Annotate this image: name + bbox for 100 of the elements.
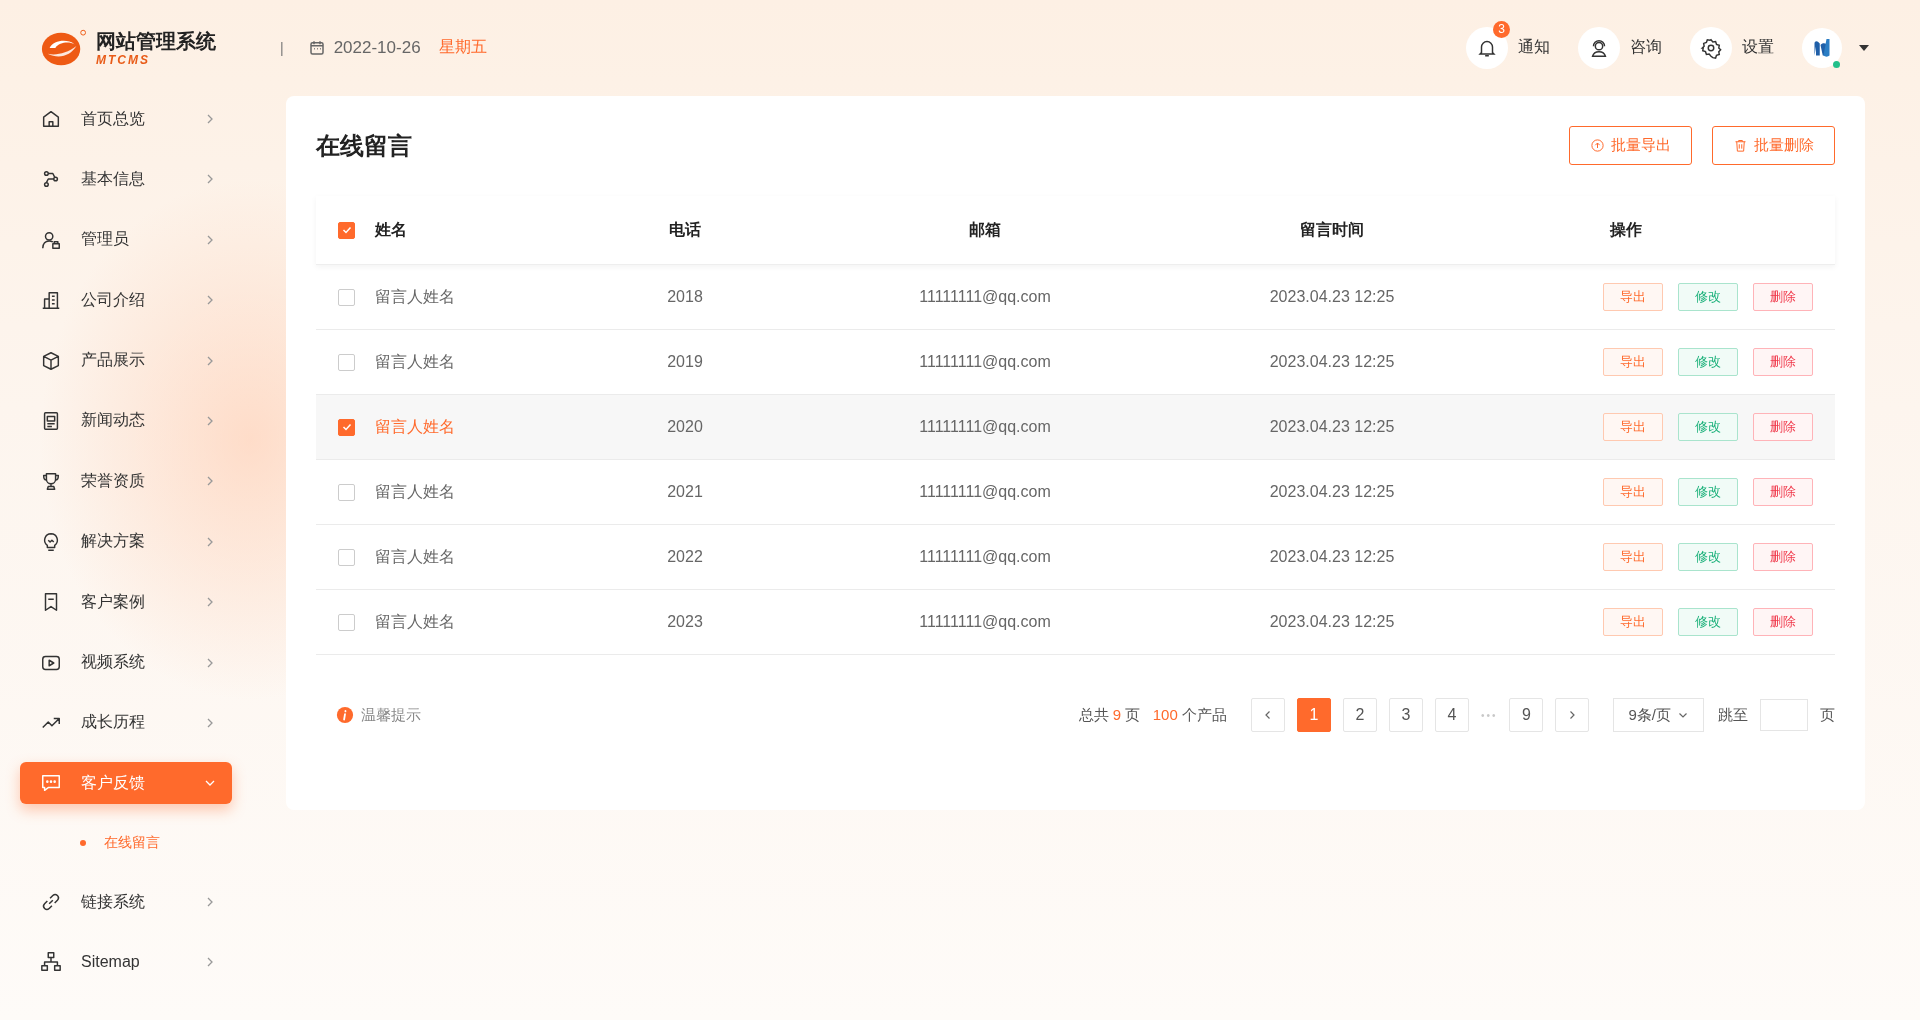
calendar-icon — [307, 38, 326, 57]
table-row[interactable]: 留言人姓名 2022 11111111@qq.com 2023.04.23 12:25 导出 修改 删除 — [316, 525, 1835, 590]
header-link[interactable]: 设置 — [1742, 37, 1774, 58]
sidebar-item[interactable]: 成长历程 — [20, 701, 232, 744]
delete-button[interactable]: 删除 — [1753, 608, 1813, 636]
table-cell: 11111111@qq.com — [919, 613, 1051, 631]
delete-button[interactable]: 删除 — [1753, 283, 1813, 311]
column-header: 操作 — [1610, 219, 1642, 240]
sidebar-item[interactable]: Sitemap — [20, 941, 232, 984]
page-button[interactable]: 3 — [1388, 698, 1423, 732]
hint-text: 温馨提示 — [361, 705, 421, 725]
building-icon — [40, 289, 62, 312]
info-icon — [336, 706, 354, 724]
row-checkbox[interactable] — [338, 418, 355, 436]
sidebar-item[interactable]: 新闻动态 — [20, 399, 232, 442]
table-cell: 2023.04.23 12:25 — [1269, 483, 1395, 501]
house-icon — [40, 108, 62, 130]
delete-button[interactable]: 删除 — [1753, 348, 1813, 376]
table-cell: 2019 — [667, 353, 703, 371]
column-header: 电话 — [669, 219, 701, 240]
table-cell: 11111111@qq.com — [919, 353, 1051, 371]
table-cell-text: 留言人姓名 — [375, 546, 455, 567]
notification-badge: 3 — [1493, 20, 1510, 38]
sitemap-icon — [40, 951, 62, 974]
sidebar-item[interactable]: 视频系统 — [20, 641, 232, 684]
table-row[interactable]: 留言人姓名 2021 11111111@qq.com 2023.04.23 12:25 导出 修改 删除 — [316, 460, 1835, 525]
page-button[interactable]: 4 — [1434, 698, 1469, 732]
check-icon — [340, 421, 353, 433]
caret-icon[interactable] — [1858, 43, 1870, 52]
brand-title: 网站管理系统 — [96, 28, 216, 53]
settings-icon — [1700, 36, 1722, 59]
upload-icon — [1590, 138, 1605, 153]
table-cell-text: 留言人姓名 — [375, 351, 455, 372]
row-checkbox[interactable] — [338, 483, 355, 501]
ellipsis: ••• — [1480, 709, 1498, 721]
page-unit: 页 — [1820, 705, 1835, 725]
header-link[interactable]: 通知 — [1518, 37, 1550, 58]
next-page-button[interactable] — [1555, 698, 1590, 732]
page-input[interactable] — [1760, 699, 1808, 731]
table-cell: 2023.04.23 12:25 — [1269, 613, 1395, 631]
delete-button[interactable]: 删除 — [1753, 478, 1813, 506]
table-row[interactable]: 留言人姓名 2018 11111111@qq.com 2023.04.23 12:25 导出 修改 删除 — [316, 265, 1835, 330]
sidebar-item[interactable]: 公司介绍 — [20, 279, 232, 322]
bell-button[interactable] — [1466, 26, 1508, 69]
avatar[interactable] — [1802, 27, 1842, 68]
total-summary: 总共 9 页 100 个产品 — [1078, 705, 1227, 725]
separator: | — [280, 39, 284, 56]
table-cell: 2021 — [667, 483, 703, 501]
brand-subtitle: MTCMS — [96, 52, 151, 67]
table-cell: 2023.04.23 12:25 — [1269, 418, 1395, 436]
table-row[interactable]: 留言人姓名 2020 11111111@qq.com 2023.04.23 12:25 导出 修改 删除 — [316, 395, 1835, 460]
sidebar-item[interactable]: 链接系统 — [20, 881, 232, 924]
weekday-text: 星期五 — [438, 37, 487, 57]
headset-button[interactable] — [1578, 26, 1620, 69]
page-button[interactable]: 2 — [1342, 698, 1377, 732]
trophy-icon — [40, 470, 62, 493]
table-cell: 11111111@qq.com — [919, 548, 1051, 566]
check-icon — [340, 224, 353, 236]
sidebar-item[interactable]: 荣誉资质 — [20, 460, 232, 503]
logo-icon — [40, 27, 86, 68]
sidebar-item[interactable]: 解决方案 — [20, 520, 232, 563]
table-cell: 2023 — [667, 613, 703, 631]
column-header: 邮箱 — [969, 219, 1001, 240]
table-row[interactable]: 留言人姓名 2023 11111111@qq.com 2023.04.23 12:25 导出 修改 删除 — [316, 590, 1835, 655]
row-checkbox[interactable] — [338, 288, 355, 306]
header-link[interactable]: 咨询 — [1630, 37, 1662, 58]
table-cell: 11111111@qq.com — [919, 288, 1051, 306]
table-cell-text: 留言人姓名 — [375, 481, 455, 502]
delete-button[interactable]: 删除 — [1753, 413, 1813, 441]
previous-page-button[interactable] — [1250, 698, 1285, 732]
sidebar-item[interactable]: 客户案例 — [20, 581, 232, 624]
column-header: 姓名 — [375, 219, 407, 240]
date-text: 2022-10-26 — [333, 37, 421, 58]
table-cell: 2023.04.23 12:25 — [1269, 288, 1395, 306]
cube-icon — [40, 349, 62, 372]
jump-label: 跳至 — [1718, 705, 1748, 725]
page-button[interactable]: 9 — [1509, 698, 1544, 732]
row-checkbox[interactable] — [338, 353, 355, 371]
page-size-select[interactable]: 9条/页 — [1613, 698, 1704, 732]
table-cell: 2018 — [667, 288, 703, 306]
select-all-checkbox[interactable] — [338, 221, 355, 239]
table-cell-text: 留言人姓名 — [375, 286, 455, 307]
sidebar-item[interactable]: 产品展示 — [20, 339, 232, 382]
table-cell: 2022 — [667, 548, 703, 566]
delete-button[interactable]: 删除 — [1753, 543, 1813, 571]
row-checkbox[interactable] — [338, 613, 355, 631]
table-cell-text: 留言人姓名 — [375, 416, 455, 437]
sidebar-item[interactable]: 首页总览 — [20, 98, 232, 140]
table-cell: 2023.04.23 12:25 — [1269, 353, 1395, 371]
trash-icon — [1733, 138, 1748, 153]
sidebar-item[interactable]: 管理员 — [20, 218, 232, 261]
table-cell: 11111111@qq.com — [919, 418, 1051, 436]
row-checkbox[interactable] — [338, 548, 355, 566]
table-cell: 2020 — [667, 418, 703, 436]
page-title: 在线留言 — [316, 130, 412, 161]
column-header: 留言时间 — [1300, 219, 1364, 240]
sidebar-item[interactable]: 基本信息 — [20, 158, 232, 201]
table-cell: 11111111@qq.com — [919, 483, 1051, 501]
settings-button[interactable] — [1690, 26, 1732, 69]
table-cell: 2023.04.23 12:25 — [1269, 548, 1395, 566]
